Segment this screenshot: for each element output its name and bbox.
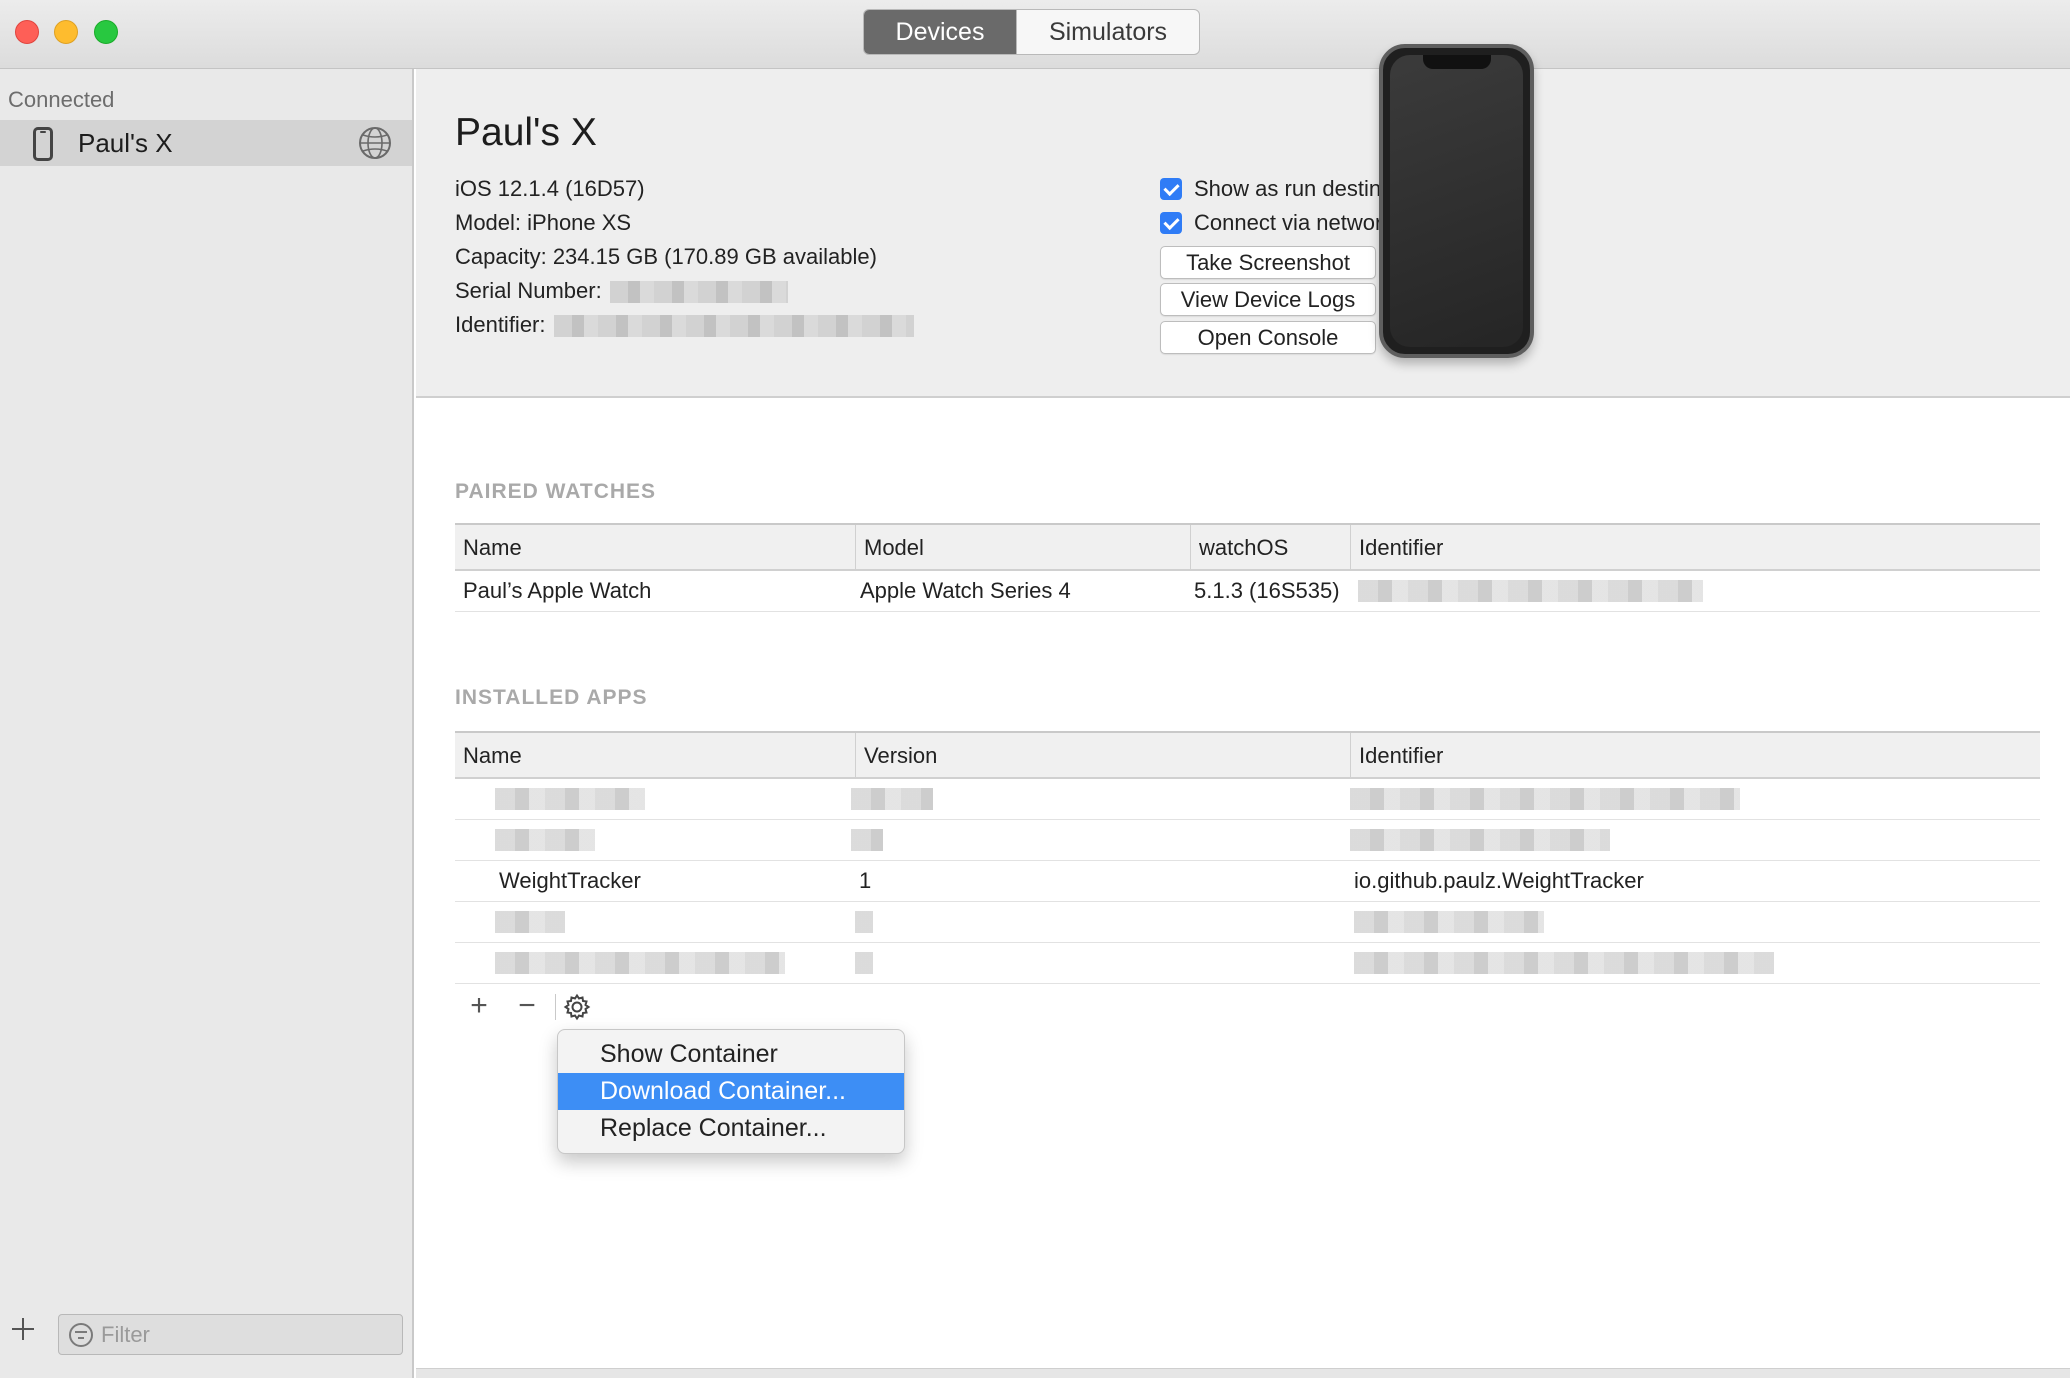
take-screenshot-button[interactable]: Take Screenshot	[1160, 246, 1376, 279]
column-header-watchos[interactable]: watchOS	[1190, 525, 1350, 571]
watch-model-cell: Apple Watch Series 4	[860, 578, 1071, 603]
container-context-menu: Show Container Download Container... Rep…	[557, 1029, 905, 1154]
minimize-window-button[interactable]	[54, 20, 78, 44]
device-sidebar: Connected Paul's X	[0, 69, 414, 1378]
device-name-title: Paul's X	[455, 111, 597, 154]
filter-field[interactable]	[58, 1314, 403, 1355]
connected-heading: Connected	[8, 87, 115, 112]
connect-via-network-checkbox[interactable]: Connect via network	[1160, 210, 1393, 236]
app-identifier-redacted	[1354, 911, 1544, 933]
device-screen	[1390, 55, 1523, 347]
column-header-identifier[interactable]: Identifier	[1350, 525, 2040, 571]
app-identifier-redacted	[1354, 952, 1774, 974]
tab-simulators[interactable]: Simulators	[1016, 10, 1199, 54]
column-header-identifier[interactable]: Identifier	[1350, 733, 2040, 779]
capacity-text: Capacity: 234.15 GB (170.89 GB available…	[455, 244, 877, 269]
paired-watches-table: Name Model watchOS Identifier Paul’s App…	[455, 523, 2040, 612]
tab-devices[interactable]: Devices	[864, 10, 1016, 54]
app-name-redacted	[495, 829, 595, 851]
zoom-window-button[interactable]	[94, 20, 118, 44]
menu-item-download-container[interactable]: Download Container...	[558, 1073, 904, 1110]
sidebar-item-pauls-x[interactable]: Paul's X	[0, 120, 412, 166]
gear-icon	[563, 993, 591, 1021]
iphone-device-image	[1379, 44, 1534, 358]
app-actions-gear-button[interactable]	[560, 990, 594, 1024]
identifier-row: Identifier:	[455, 312, 914, 338]
remove-app-button[interactable]: −	[503, 990, 551, 1024]
installed-apps-table: Name Version Identifier WeightTracker 1 …	[455, 731, 2040, 984]
view-device-logs-button[interactable]: View Device Logs	[1160, 283, 1376, 316]
serial-number-label: Serial Number:	[455, 278, 602, 303]
title-bar: Devices Simulators	[0, 0, 2070, 69]
column-header-name[interactable]: Name	[455, 525, 855, 571]
identifier-redacted	[553, 315, 914, 338]
table-header: Name Model watchOS Identifier	[455, 523, 2040, 571]
device-content-area: PAIRED WATCHES Name Model watchOS Identi…	[416, 398, 2070, 1368]
checkbox-checked-icon	[1160, 178, 1182, 200]
column-header-model[interactable]: Model	[855, 525, 1190, 571]
add-app-button[interactable]: +	[455, 990, 503, 1024]
close-window-button[interactable]	[15, 20, 39, 44]
filter-icon	[69, 1323, 93, 1347]
identifier-label: Identifier:	[455, 312, 546, 337]
app-version-redacted	[855, 911, 873, 933]
filter-input[interactable]	[101, 1319, 391, 1350]
watch-identifier-redacted	[1358, 580, 1703, 602]
table-header: Name Version Identifier	[455, 731, 2040, 779]
devices-simulators-segmented-control: Devices Simulators	[863, 9, 1200, 55]
app-version-redacted	[851, 788, 933, 810]
model-text: Model: iPhone XS	[455, 210, 632, 235]
app-name-redacted	[495, 788, 645, 810]
app-version-redacted	[855, 952, 873, 974]
table-row[interactable]	[455, 779, 2040, 820]
column-header-name[interactable]: Name	[455, 733, 855, 779]
plus-icon	[12, 1318, 34, 1340]
watch-os-cell: 5.1.3 (16S535)	[1194, 578, 1340, 603]
table-row[interactable]: Paul’s Apple Watch Apple Watch Series 4 …	[455, 571, 2040, 612]
serial-number-row: Serial Number:	[455, 278, 788, 304]
serial-number-redacted	[609, 281, 788, 304]
table-row[interactable]	[455, 820, 2040, 861]
app-identifier-cell: io.github.paulz.WeightTracker	[1354, 868, 1644, 893]
table-row[interactable]	[455, 902, 2040, 943]
os-version-text: iOS 12.1.4 (16D57)	[455, 176, 645, 201]
checkbox-checked-icon	[1160, 212, 1182, 234]
window-bottom-edge	[416, 1368, 2070, 1378]
app-name-redacted	[495, 952, 785, 974]
table-row[interactable]	[455, 943, 2040, 984]
menu-item-show-container[interactable]: Show Container	[558, 1036, 904, 1073]
paired-watches-heading: PAIRED WATCHES	[455, 480, 657, 503]
device-info-panel: Paul's X iOS 12.1.4 (16D57) Model: iPhon…	[416, 69, 2070, 398]
menu-item-replace-container[interactable]: Replace Container...	[558, 1110, 904, 1147]
app-identifier-redacted	[1350, 788, 1740, 810]
installed-apps-toolbar: + −	[455, 990, 594, 1024]
open-console-button[interactable]: Open Console	[1160, 321, 1376, 354]
app-version-cell: 1	[859, 868, 872, 893]
table-row[interactable]: WeightTracker 1 io.github.paulz.WeightTr…	[455, 861, 2040, 902]
toolbar-divider	[555, 994, 556, 1020]
network-globe-icon	[359, 127, 391, 159]
app-identifier-redacted	[1350, 829, 1610, 851]
app-version-redacted	[851, 829, 883, 851]
checkbox-label: Connect via network	[1194, 210, 1394, 235]
watch-name-cell: Paul’s Apple Watch	[463, 578, 652, 603]
add-device-button[interactable]	[10, 1314, 36, 1348]
column-header-version[interactable]: Version	[855, 733, 1350, 779]
iphone-icon	[33, 127, 53, 161]
app-name-redacted	[495, 911, 565, 933]
sidebar-item-label: Paul's X	[78, 128, 173, 158]
device-notch	[1422, 55, 1491, 69]
installed-apps-heading: INSTALLED APPS	[455, 686, 648, 709]
app-name-cell: WeightTracker	[499, 868, 641, 893]
